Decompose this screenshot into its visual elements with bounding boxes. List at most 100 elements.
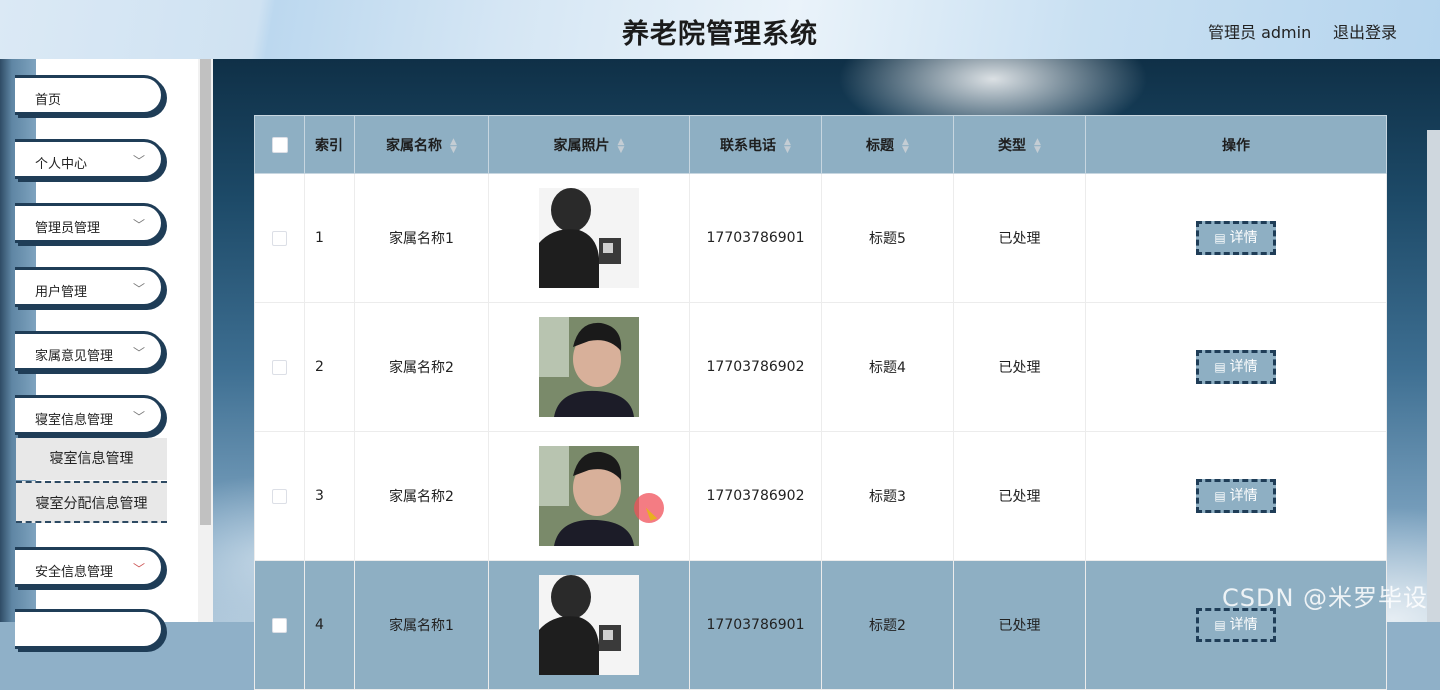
sort-icon[interactable]: ▲ ▼ — [1034, 137, 1041, 154]
column-header-index: 索引 — [304, 115, 355, 174]
submenu-dorm-info[interactable]: 寝室信息管理 — [16, 438, 167, 480]
phone-cell: 17703786902 — [689, 302, 822, 432]
row-select-cell — [254, 560, 305, 690]
detail-button-label: 详情 — [1229, 359, 1258, 375]
sidebar-item-safety-info[interactable]: 安全信息管理 ﹀ — [15, 547, 164, 587]
actions-cell: ▤ 详情 — [1085, 173, 1387, 303]
family-photo — [539, 188, 639, 288]
sidebar-item-personal-center[interactable]: 个人中心 ﹀ — [15, 139, 164, 179]
chevron-down-icon: ﹀ — [132, 346, 145, 360]
table-row: 4 家属名称1 17703786901 标题2 已处理 ▤ 详情 — [254, 560, 1387, 690]
actions-cell: ▤ 详情 — [1085, 431, 1387, 561]
document-icon: ▤ — [1214, 360, 1226, 374]
sidebar-item-user-management[interactable]: 用户管理 ﹀ — [15, 267, 164, 307]
type-cell: 已处理 — [953, 431, 1086, 561]
column-header-title[interactable]: 标题 ▲ ▼ — [821, 115, 954, 174]
sort-icon[interactable]: ▲ ▼ — [902, 137, 909, 154]
admin-label: 管理员 admin — [1208, 23, 1312, 42]
family-name-cell: 家属名称1 — [354, 560, 489, 690]
column-header-family-photo[interactable]: 家属照片 ▲ ▼ — [488, 115, 690, 174]
family-photo-cell — [488, 431, 690, 561]
table-row: 3 家属名称2 17703786902 标题3 已处理 ▤ 详情 — [254, 431, 1387, 561]
top-header: 养老院管理系统 管理员 admin 退出登录 — [0, 0, 1440, 59]
family-photo-cell — [488, 302, 690, 432]
column-header-phone[interactable]: 联系电话 ▲ ▼ — [689, 115, 822, 174]
sidebar-item-family-opinion[interactable]: 家属意见管理 ﹀ — [15, 331, 164, 371]
row-checkbox[interactable] — [272, 359, 287, 375]
family-photo — [539, 575, 639, 675]
type-cell: 已处理 — [953, 302, 1086, 432]
detail-button[interactable]: ▤ 详情 — [1196, 608, 1276, 642]
sidebar-item-label: 个人中心 — [35, 157, 88, 172]
title-cell: 标题3 — [821, 431, 954, 561]
sidebar-item-label: 用户管理 — [35, 285, 88, 300]
sidebar-item-label: 首页 — [35, 93, 62, 108]
detail-button-label: 详情 — [1229, 617, 1258, 633]
sort-icon[interactable]: ▲ ▼ — [618, 137, 625, 154]
row-select-cell — [254, 431, 305, 561]
index-cell: 1 — [304, 173, 355, 303]
detail-button[interactable]: ▤ 详情 — [1196, 221, 1276, 255]
sidebar-item-label: 家属意见管理 — [35, 349, 114, 364]
family-photo — [539, 317, 639, 417]
column-header-label: 家属名称 — [386, 137, 443, 154]
column-header-actions: 操作 — [1085, 115, 1387, 174]
detail-button[interactable]: ▤ 详情 — [1196, 350, 1276, 384]
sidebar-item-label: 寝室信息管理 — [35, 413, 114, 428]
chevron-up-icon: ﹀ — [132, 410, 145, 424]
chevron-down-icon: ﹀ — [132, 282, 145, 296]
row-select-cell — [254, 302, 305, 432]
table-row: 2 家属名称2 17703786902 标题4 已处理 ▤ 详情 — [254, 302, 1387, 432]
column-header-label: 操作 — [1222, 137, 1250, 154]
row-checkbox[interactable] — [272, 230, 287, 246]
detail-button[interactable]: ▤ 详情 — [1196, 479, 1276, 513]
data-table: 索引 家属名称 ▲ ▼ 家属照片 ▲ ▼ 联系电话 ▲ ▼ 标题 ▲ ▼ 类型 ▲ ▼ 操作 1 家… — [254, 115, 1387, 690]
sidebar-item-dorm-info[interactable]: 寝室信息管理 ﹀ — [15, 395, 164, 435]
family-photo-cell — [488, 560, 690, 690]
column-header-type[interactable]: 类型 ▲ ▼ — [953, 115, 1086, 174]
sort-icon[interactable]: ▲ ▼ — [450, 137, 457, 154]
family-name-cell: 家属名称1 — [354, 173, 489, 303]
index-cell: 2 — [304, 302, 355, 432]
sidebar-item-label: 管理员管理 — [35, 221, 101, 236]
document-icon: ▤ — [1214, 231, 1226, 245]
logout-link[interactable]: 退出登录 — [1333, 19, 1397, 43]
family-name-cell: 家属名称2 — [354, 302, 489, 432]
sidebar-item-admin-management[interactable]: 管理员管理 ﹀ — [15, 203, 164, 243]
column-header-label: 索引 — [315, 137, 343, 154]
row-checkbox[interactable] — [272, 617, 287, 633]
detail-button-label: 详情 — [1229, 230, 1258, 246]
submenu-dorm-allocation[interactable]: 寝室分配信息管理 — [16, 481, 167, 523]
column-header-family-name[interactable]: 家属名称 ▲ ▼ — [354, 115, 489, 174]
page-scrollbar[interactable] — [1427, 130, 1440, 622]
family-photo-cell — [488, 173, 690, 303]
title-cell: 标题2 — [821, 560, 954, 690]
phone-cell: 17703786902 — [689, 431, 822, 561]
row-checkbox[interactable] — [272, 488, 287, 504]
family-name-cell: 家属名称2 — [354, 431, 489, 561]
index-cell: 3 — [304, 431, 355, 561]
type-cell: 已处理 — [953, 173, 1086, 303]
document-icon: ▤ — [1214, 618, 1226, 632]
title-cell: 标题5 — [821, 173, 954, 303]
title-cell: 标题4 — [821, 302, 954, 432]
column-header-label: 联系电话 — [720, 137, 777, 154]
chevron-down-icon: ﹀ — [132, 154, 145, 168]
sidebar-item-home[interactable]: 首页 — [15, 75, 164, 115]
phone-cell: 17703786901 — [689, 173, 822, 303]
sidebar-scrollbar-thumb[interactable] — [200, 59, 211, 525]
row-select-cell — [254, 173, 305, 303]
sidebar-item-label: 安全信息管理 — [35, 565, 114, 580]
index-cell: 4 — [304, 560, 355, 690]
sidebar-item-more[interactable] — [15, 609, 164, 649]
watermark: CSDN @米罗毕设 — [1222, 584, 1429, 612]
actions-cell: ▤ 详情 — [1085, 302, 1387, 432]
column-header-label: 标题 — [866, 137, 895, 154]
family-photo — [539, 446, 639, 546]
document-icon: ▤ — [1214, 489, 1226, 503]
detail-button-label: 详情 — [1229, 488, 1258, 504]
select-all-cell — [254, 115, 305, 174]
table-row: 1 家属名称1 17703786901 标题5 已处理 ▤ 详情 — [254, 173, 1387, 303]
sort-icon[interactable]: ▲ ▼ — [784, 137, 791, 154]
select-all-checkbox[interactable] — [271, 136, 288, 153]
